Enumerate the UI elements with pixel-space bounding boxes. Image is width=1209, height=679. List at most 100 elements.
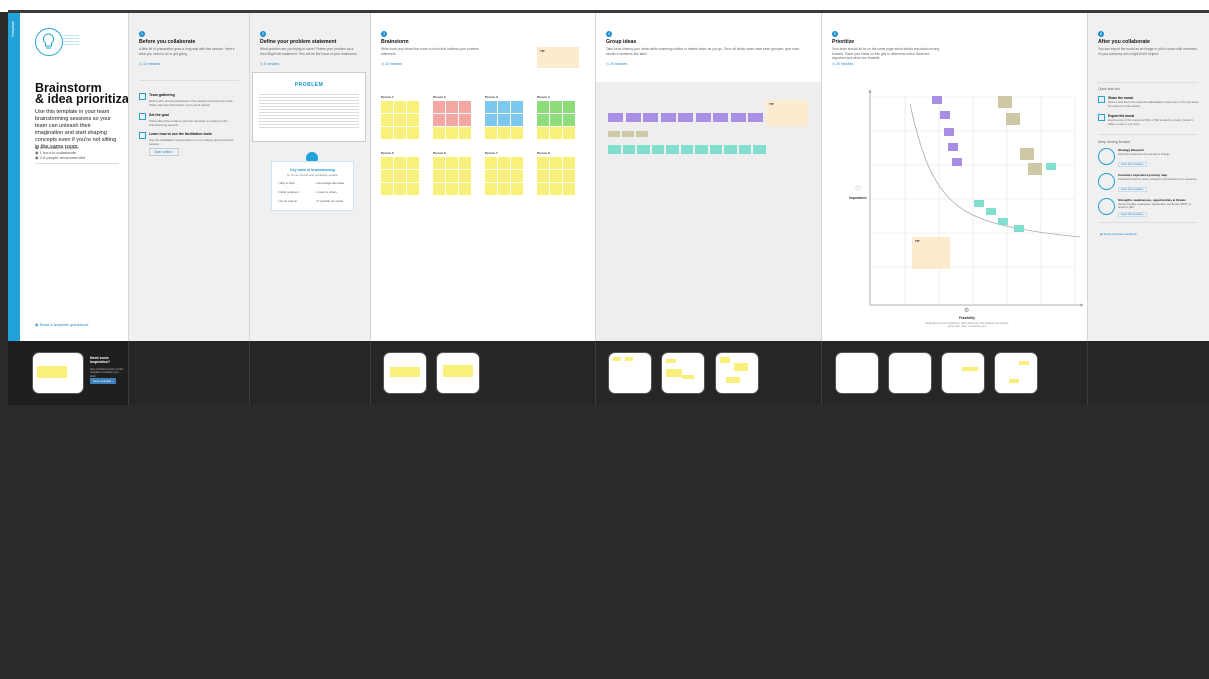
sticky-note[interactable]	[511, 101, 523, 113]
sticky-note[interactable]	[407, 170, 419, 182]
sticky-note[interactable]	[381, 101, 393, 113]
sticky-note[interactable]	[537, 183, 549, 195]
sticky-note[interactable]	[537, 101, 549, 113]
sticky-note[interactable]	[1028, 163, 1042, 175]
prioritize-thumb-3[interactable]	[942, 353, 984, 393]
sticky-note[interactable]	[563, 170, 575, 182]
sticky-note[interactable]	[537, 157, 549, 169]
template-side-tab[interactable]: Template	[8, 13, 20, 341]
sticky-note[interactable]	[511, 183, 523, 195]
open-template-link[interactable]: Open the template ›	[1118, 212, 1147, 217]
sticky-note[interactable]	[948, 143, 958, 151]
thumb-sticky[interactable]	[625, 357, 633, 361]
sticky-note[interactable]	[932, 96, 942, 104]
sticky-note[interactable]	[713, 113, 728, 122]
sticky-note[interactable]	[459, 114, 471, 126]
template-link-item[interactable]: Customer experience journey map Understan…	[1098, 173, 1202, 195]
sticky-note[interactable]	[1014, 225, 1024, 232]
sticky-note[interactable]	[738, 145, 751, 154]
sticky-note[interactable]	[537, 127, 549, 139]
thumb-sticky[interactable]	[962, 367, 978, 371]
prioritize-thumb-4[interactable]	[995, 353, 1037, 393]
sticky-note[interactable]	[459, 157, 471, 169]
sticky-note[interactable]	[608, 131, 620, 137]
sticky-note[interactable]	[498, 101, 510, 113]
sticky-note[interactable]	[753, 145, 766, 154]
sticky-note[interactable]	[998, 96, 1012, 108]
sticky-note[interactable]	[651, 145, 664, 154]
sticky-note[interactable]	[636, 131, 648, 137]
sticky-note[interactable]	[459, 170, 471, 182]
sticky-note[interactable]	[381, 183, 393, 195]
sticky-note[interactable]	[550, 157, 562, 169]
open-example-button[interactable]: Open example ›	[90, 378, 116, 384]
thumb-sticky[interactable]	[720, 357, 730, 363]
sticky-note[interactable]	[381, 114, 393, 126]
thumb-sticky[interactable]	[734, 363, 748, 371]
sticky-note[interactable]	[446, 114, 458, 126]
sticky-note[interactable]	[394, 170, 406, 182]
sticky-note[interactable]	[563, 157, 575, 169]
sticky-note[interactable]	[446, 127, 458, 139]
sticky-note[interactable]	[498, 183, 510, 195]
thumb-sticky[interactable]	[613, 357, 621, 361]
sticky-note[interactable]	[680, 145, 693, 154]
sticky-note[interactable]	[563, 127, 575, 139]
sticky-note[interactable]	[381, 127, 393, 139]
mural-board[interactable]: Template Brainstorm & idea prioritizatio…	[8, 13, 1209, 341]
sticky-note[interactable]	[974, 200, 984, 207]
thumb-sticky[interactable]	[726, 377, 740, 383]
sticky-note[interactable]	[563, 183, 575, 195]
feedback-link[interactable]: ◉ Share template feedback	[1100, 232, 1137, 236]
open-article-button[interactable]: Open article ›	[149, 148, 179, 156]
sticky-note[interactable]	[678, 113, 693, 122]
sticky-note[interactable]	[563, 101, 575, 113]
sticky-note[interactable]	[511, 127, 523, 139]
sticky-note[interactable]	[550, 101, 562, 113]
open-template-link[interactable]: Open the template ›	[1118, 162, 1147, 167]
brainstorm-thumb-2[interactable]	[437, 353, 479, 393]
sticky-note[interactable]	[724, 145, 737, 154]
sticky-note[interactable]	[511, 170, 523, 182]
sticky-note[interactable]	[381, 170, 393, 182]
sticky-note[interactable]	[625, 113, 641, 122]
prioritize-tip-card[interactable]: TIP	[912, 237, 950, 269]
sticky-note[interactable]	[637, 145, 650, 154]
sticky-note[interactable]	[537, 170, 549, 182]
sticky-note[interactable]	[433, 157, 445, 169]
sticky-note[interactable]	[1020, 148, 1034, 160]
sticky-note[interactable]	[459, 183, 471, 195]
thumb-sticky[interactable]	[666, 369, 682, 377]
group-thumb-2[interactable]	[662, 353, 704, 393]
group-thumb-3[interactable]	[716, 353, 758, 393]
sticky-note[interactable]	[459, 101, 471, 113]
thumb-sticky[interactable]	[1019, 361, 1029, 365]
sticky-note[interactable]	[485, 157, 497, 169]
sticky-note[interactable]	[550, 183, 562, 195]
sticky-note[interactable]	[433, 101, 445, 113]
sticky-note[interactable]	[622, 131, 634, 137]
sticky-note[interactable]	[407, 101, 419, 113]
thumb-sticky[interactable]	[666, 359, 676, 363]
group-thumb-1[interactable]	[609, 353, 651, 393]
sticky-note[interactable]	[1046, 163, 1056, 170]
sticky-note[interactable]	[407, 127, 419, 139]
sticky-note[interactable]	[537, 114, 549, 126]
sticky-note[interactable]	[381, 157, 393, 169]
brainstorm-tip-card[interactable]: TIP	[537, 47, 579, 68]
sticky-note[interactable]	[1006, 113, 1020, 125]
sticky-note[interactable]	[511, 114, 523, 126]
sticky-note[interactable]	[643, 113, 658, 122]
sticky-note[interactable]	[394, 101, 406, 113]
problem-card[interactable]: PROBLEM	[252, 72, 366, 142]
template-link-item[interactable]: Strengths, weaknesses, opportunities & t…	[1098, 198, 1202, 220]
example-thumbnail[interactable]	[33, 353, 83, 393]
sticky-note[interactable]	[550, 170, 562, 182]
open-template-link[interactable]: Open the template ›	[1118, 187, 1147, 192]
sticky-note[interactable]	[459, 127, 471, 139]
sticky-note[interactable]	[940, 111, 950, 119]
sticky-note[interactable]	[433, 114, 445, 126]
sticky-note[interactable]	[952, 158, 962, 166]
sticky-note[interactable]	[394, 114, 406, 126]
sticky-note[interactable]	[748, 113, 763, 122]
